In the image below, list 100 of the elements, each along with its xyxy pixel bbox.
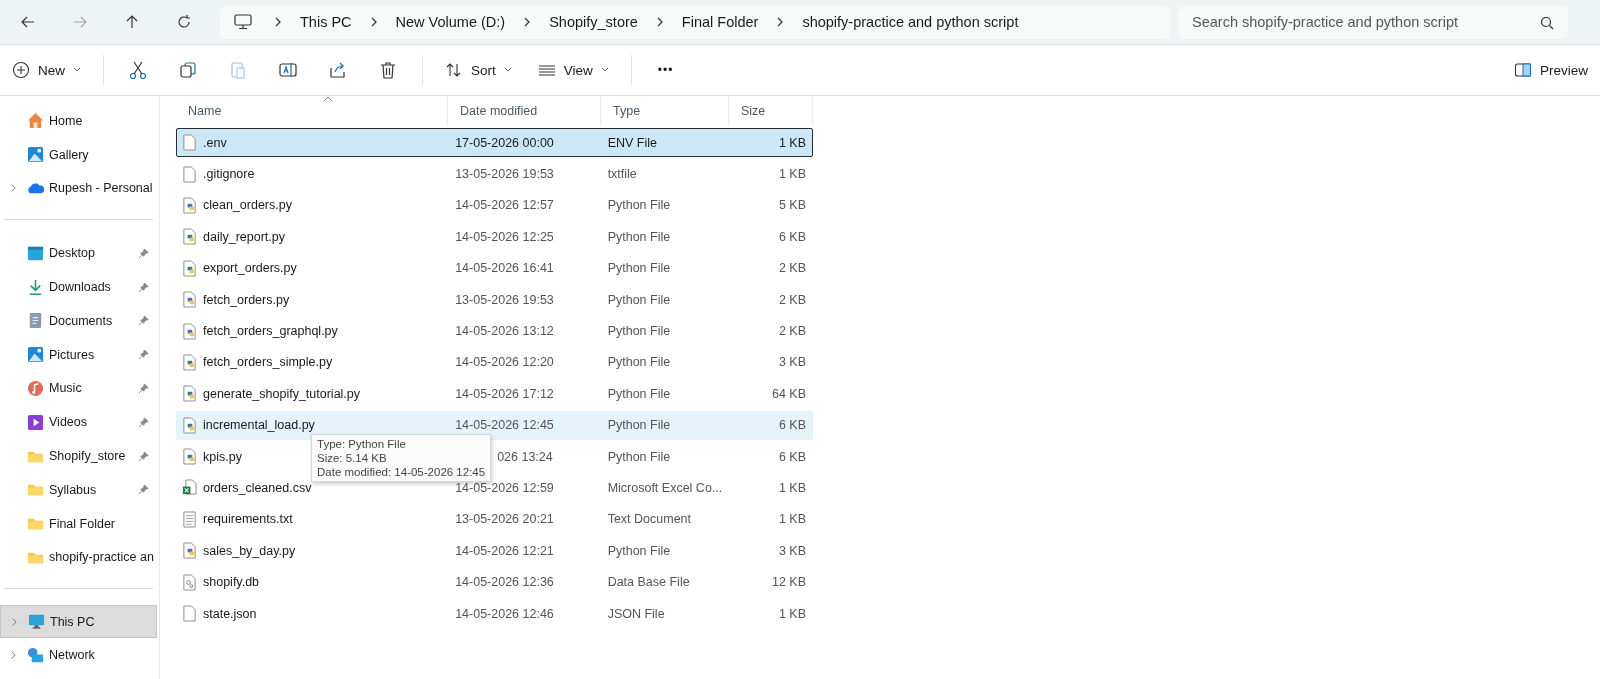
python-file-icon — [182, 385, 197, 403]
picture-icon — [26, 145, 45, 165]
type-cell: Text Document — [607, 512, 691, 527]
sidebar-item[interactable]: Downloads — [0, 270, 159, 304]
file-name: requirements.txt — [203, 512, 293, 527]
type-cell: Python File — [607, 198, 671, 213]
date-cell: 13-05-2026 19:53 — [455, 292, 554, 307]
video-icon — [26, 412, 45, 432]
view-button[interactable]: View — [533, 57, 613, 83]
back-icon[interactable] — [20, 14, 36, 30]
more-button[interactable]: ••• — [649, 59, 682, 81]
date-cell: 14-05-2026 12:45 — [455, 418, 554, 433]
breadcrumb-item[interactable]: New Volume (D:) — [395, 14, 506, 30]
file-name: state.json — [203, 606, 257, 621]
date-cell: 14-05-2026 12:20 — [455, 355, 554, 370]
file-icon — [182, 134, 197, 152]
sidebar-item[interactable]: Music — [0, 371, 159, 406]
address-bar[interactable]: This PC New Volume (D:) Shopify_store Final Folder shopify-practice and python script — [220, 5, 1170, 39]
size-cell: 3 KB — [778, 543, 806, 558]
rename-icon[interactable] — [278, 60, 298, 80]
column-header[interactable]: Date modified — [448, 96, 601, 125]
chevron-icon — [9, 183, 17, 194]
gear-file-icon — [182, 573, 197, 591]
scissors-icon[interactable] — [128, 60, 148, 80]
type-cell: Python File — [607, 324, 671, 339]
type-cell: Data Base File — [607, 575, 690, 590]
column-header[interactable]: Name — [176, 96, 448, 125]
python-file-icon — [182, 416, 197, 434]
plus-icon — [12, 61, 30, 79]
sidebar-item[interactable]: Shopify_store — [0, 439, 159, 473]
size-cell: 2 KB — [778, 261, 806, 276]
date-cell: 13-05-2026 19:53 — [455, 167, 554, 182]
search-field[interactable]: Search shopify-practice and python script — [1178, 5, 1568, 39]
share-icon[interactable] — [328, 60, 348, 80]
sort-button[interactable]: Sort — [441, 57, 516, 83]
sidebar-item[interactable]: Desktop — [0, 236, 159, 271]
preview-button[interactable]: Preview — [1510, 57, 1592, 83]
type-cell: Python File — [607, 261, 671, 276]
python-file-icon — [182, 291, 197, 309]
breadcrumb-item[interactable]: Final Folder — [681, 14, 759, 30]
pin-icon — [138, 247, 149, 259]
sidebar-item[interactable]: Rupesh - Personal — [0, 171, 159, 206]
clipboard-icon[interactable] — [228, 60, 248, 80]
file-row[interactable]: .env 17-05-2026 00:00 ENV File 1 KB — [176, 128, 813, 158]
sidebar-item[interactable]: shopify-practice an — [0, 540, 159, 575]
size-cell: 5 KB — [778, 198, 806, 213]
search-icon — [1540, 15, 1554, 30]
music-icon — [26, 378, 45, 398]
chevron-icon — [274, 16, 282, 28]
sidebar-item[interactable]: Videos — [0, 405, 159, 440]
sidebar-item[interactable]: Gallery — [0, 137, 159, 172]
date-cell: 13-05-2026 20:21 — [455, 512, 554, 527]
sidebar-item[interactable]: Syllabus — [0, 472, 159, 507]
type-cell: Python File — [607, 386, 671, 401]
file-name: .env — [203, 135, 227, 150]
sidebar-item[interactable]: Home — [0, 104, 159, 138]
type-cell: JSON File — [607, 606, 665, 621]
date-cell: 14-05-2026 12:57 — [455, 198, 554, 213]
chevron-icon — [9, 650, 17, 661]
sort-icon — [445, 61, 463, 79]
refresh-icon[interactable] — [176, 14, 192, 30]
trash-icon[interactable] — [378, 60, 398, 80]
column-header[interactable]: Type — [601, 96, 729, 125]
date-cell-text: 026 13:24 — [496, 449, 553, 464]
computer-icon — [27, 612, 46, 632]
breadcrumb-item[interactable]: shopify-practice and python script — [802, 14, 1019, 30]
size-cell: 6 KB — [778, 418, 806, 433]
date-cell: 14-05-2026 16:41 — [455, 261, 554, 276]
sidebar-item[interactable]: Final Folder — [0, 506, 159, 541]
file-name: export_orders.py — [203, 261, 297, 276]
sidebar-item[interactable]: This PC — [0, 605, 157, 639]
size-cell: 64 KB — [771, 386, 806, 401]
caret-icon — [503, 67, 512, 73]
python-file-icon — [182, 353, 197, 371]
file-name: fetch_orders_simple.py — [203, 355, 333, 370]
size-cell: 12 KB — [771, 575, 806, 590]
type-cell: Python File — [607, 449, 671, 464]
spreadsheet-file-icon — [182, 479, 197, 497]
new-button[interactable]: New — [8, 57, 85, 83]
size-cell: 6 KB — [778, 449, 806, 464]
sidebar-item[interactable]: Pictures — [0, 337, 159, 372]
python-file-icon — [182, 322, 197, 340]
date-cell: 14-05-2026 12:36 — [455, 575, 554, 590]
sidebar-item[interactable]: Documents — [0, 304, 159, 338]
type-cell: Python File — [607, 543, 671, 558]
breadcrumb-item[interactable]: This PC — [300, 14, 352, 30]
size-cell: 1 KB — [778, 481, 806, 495]
up-icon[interactable] — [124, 14, 140, 30]
file-name: generate_shopify_tutorial.py — [203, 386, 361, 401]
column-header[interactable]: Size — [729, 96, 813, 125]
breadcrumb-item[interactable]: Shopify_store — [549, 14, 638, 30]
network-icon — [26, 645, 45, 665]
chevron-icon — [10, 616, 18, 627]
copy-icon[interactable] — [178, 60, 198, 80]
chevron-icon — [776, 16, 785, 28]
file-row[interactable]: incremental_load.py 14-05-2026 12:45 Python File 6 KB — [176, 410, 813, 440]
type-cell: Python File — [607, 229, 671, 244]
sidebar-item[interactable]: Network — [0, 638, 159, 673]
size-cell: 2 KB — [778, 292, 806, 307]
pin-icon — [138, 484, 149, 496]
